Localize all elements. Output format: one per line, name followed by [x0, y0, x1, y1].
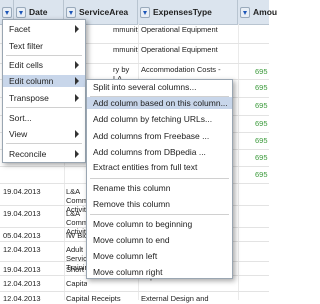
menu-item-label: Edit cells [9, 60, 44, 70]
cell-service-area: Capital Rec [66, 279, 87, 288]
menu-separator [90, 178, 229, 179]
column-header-label: Amou [253, 7, 278, 17]
menu-item-add-dbpedia[interactable]: Add columns from DBpedia ... [87, 146, 232, 158]
cell-expenses-type: Accommodation Costs - [141, 65, 221, 74]
submenu-arrow-icon [75, 77, 79, 85]
cell-expenses-type: Operational Equipment [141, 45, 218, 54]
cell-amount: 695 [255, 67, 268, 76]
cell-date: 19.04.2013 [3, 209, 41, 218]
menu-item-label: Facet [9, 24, 31, 34]
menu-separator [6, 143, 82, 144]
menu-item-split-columns[interactable]: Split into several columns... [87, 81, 232, 93]
menu-item-label: Add column by fetching URLs... [93, 114, 213, 124]
cell-expenses-type: External Design and [141, 294, 209, 303]
menu-item-text-filter[interactable]: Text filter [3, 40, 85, 52]
menu-item-add-freebase[interactable]: Add columns from Freebase ... [87, 130, 232, 142]
cell-service-area: mmunity [113, 45, 138, 54]
menu-item-label: Text filter [9, 41, 44, 51]
menu-item-add-column-urls[interactable]: Add column by fetching URLs... [87, 113, 232, 125]
menu-item-label: Remove this column [93, 199, 171, 209]
menu-item-sort[interactable]: Sort... [3, 112, 85, 124]
cell-amount: 695 [255, 119, 268, 128]
cell-amount: 695 [255, 153, 268, 162]
menu-item-label: Add columns from Freebase ... [93, 131, 210, 141]
column-context-menu: Facet Text filter Edit cells Edit column… [2, 19, 86, 163]
cell-date: 19.04.2013 [3, 187, 41, 196]
column-header-label: ServiceArea [79, 7, 129, 17]
column-header-amount[interactable]: Amou [238, 0, 278, 24]
menu-item-transpose[interactable]: Transpose [3, 92, 85, 104]
menu-item-label: Move column right [93, 267, 163, 277]
menu-item-label: View [9, 129, 28, 139]
menu-item-label: Sort... [9, 113, 32, 123]
submenu-arrow-icon [75, 94, 79, 102]
menu-item-label: Rename this column [93, 183, 171, 193]
menu-item-move-beginning[interactable]: Move column to beginning [87, 218, 232, 230]
menu-separator [6, 107, 82, 108]
column-header-label: ExpensesType [153, 7, 212, 17]
column-dropdown-icon[interactable] [240, 6, 250, 18]
menu-item-move-left[interactable]: Move column left [87, 250, 232, 262]
cell-date: 12.04.2013 [3, 245, 41, 254]
menu-item-label: Extract entities from full text [93, 162, 198, 172]
table-row: 12.04.2013 Capital Receipts External Des… [0, 292, 269, 304]
cell-amount: 695 [255, 170, 268, 179]
column-header-expenses-type[interactable]: ExpensesType [138, 0, 238, 24]
menu-item-view[interactable]: View [3, 128, 85, 140]
column-dropdown-icon[interactable] [140, 6, 150, 18]
menu-separator [6, 55, 82, 56]
menu-separator [90, 214, 229, 215]
menu-item-rename-column[interactable]: Rename this column [87, 182, 232, 194]
menu-item-move-right[interactable]: Move column right [87, 266, 232, 278]
edit-column-submenu: Split into several columns... Add column… [86, 79, 233, 279]
menu-item-edit-cells[interactable]: Edit cells [3, 59, 85, 71]
cell-service-area: Capital Receipts [66, 294, 121, 303]
menu-item-extract-entities[interactable]: Extract entities from full text [87, 161, 232, 173]
menu-item-add-column-based[interactable]: Add column based on this column... [87, 97, 232, 109]
menu-item-label: Transpose [9, 93, 49, 103]
menu-item-facet[interactable]: Facet [3, 23, 85, 35]
column-header-label: Date [29, 7, 48, 17]
cell-service-area: IW Biologica [66, 231, 87, 240]
menu-item-label: Reconcile [9, 149, 47, 159]
cell-date: 05.04.2013 [3, 231, 41, 240]
column-dropdown-icon[interactable] [16, 6, 26, 18]
cell-service-area: Short Break [66, 265, 87, 274]
cell-date: 19.04.2013 [3, 265, 41, 274]
menu-item-label: Move column to beginning [93, 219, 193, 229]
submenu-arrow-icon [75, 61, 79, 69]
cell-amount: 695 [255, 83, 268, 92]
menu-item-label: Add columns from DBpedia ... [93, 147, 206, 157]
menu-item-label: Split into several columns... [93, 82, 197, 92]
menu-item-edit-column[interactable]: Edit column [3, 75, 85, 87]
column-dropdown-icon[interactable] [66, 6, 76, 18]
menu-item-label: Move column to end [93, 235, 170, 245]
cell-service-area: mmunity [113, 25, 138, 34]
submenu-arrow-icon [75, 150, 79, 158]
submenu-arrow-icon [75, 25, 79, 33]
cell-expenses-type: Operational Equipment [141, 25, 218, 34]
cell-amount: 695 [255, 136, 268, 145]
menu-item-label: Add column based on this column... [93, 98, 228, 108]
menu-item-move-end[interactable]: Move column to end [87, 234, 232, 246]
column-dropdown-icon[interactable] [2, 6, 12, 18]
menu-item-remove-column[interactable]: Remove this column [87, 198, 232, 210]
submenu-arrow-icon [75, 130, 79, 138]
cell-date: 12.04.2013 [3, 279, 41, 288]
menu-item-reconcile[interactable]: Reconcile [3, 148, 85, 160]
cell-date: 12.04.2013 [3, 294, 41, 303]
menu-item-label: Move column left [93, 251, 158, 261]
cell-amount: 695 [255, 101, 268, 110]
menu-item-label: Edit column [9, 76, 54, 86]
